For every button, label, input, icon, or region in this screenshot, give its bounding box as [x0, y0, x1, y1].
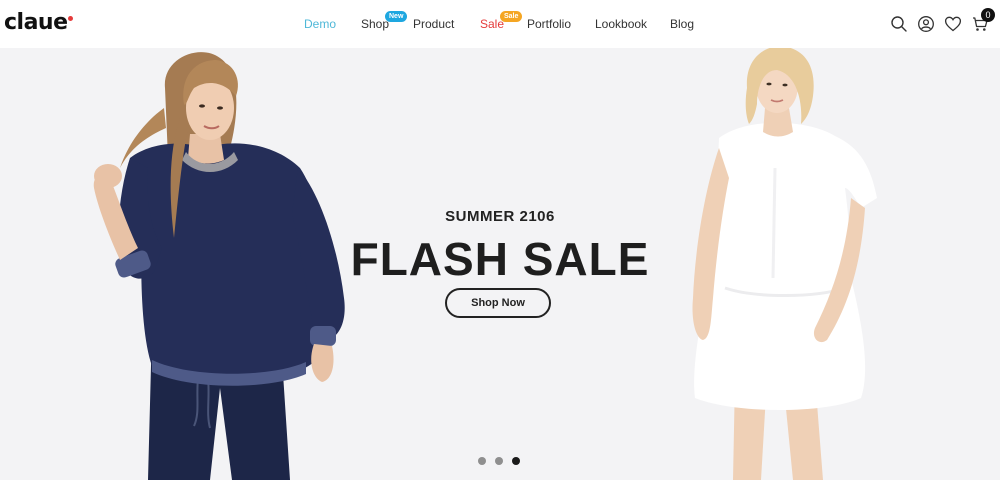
heart-icon[interactable] [944, 15, 962, 33]
hero-slider: SUMMER 2106 FLASH SALE Shop Now [0, 48, 1000, 480]
slider-dot-3[interactable] [512, 457, 520, 465]
sale-badge: Sale [500, 11, 523, 22]
logo-dot [68, 16, 73, 21]
brand-logo[interactable]: claue [4, 10, 68, 35]
slider-dot-2[interactable] [495, 457, 503, 465]
nav-item-portfolio[interactable]: Portfolio [527, 17, 571, 31]
nav-item-blog[interactable]: Blog [670, 17, 694, 31]
site-header: claue Demo Shop New Product Sale Sale Po… [0, 0, 1000, 48]
new-badge: New [385, 11, 408, 22]
nav-item-lookbook[interactable]: Lookbook [595, 17, 647, 31]
shop-now-button[interactable]: Shop Now [445, 288, 551, 318]
hero-subtitle: SUMMER 2106 [445, 208, 555, 225]
slider-dot-1[interactable] [478, 457, 486, 465]
hero-title: FLASH SALE [350, 233, 650, 285]
page-bottom-strip [0, 480, 1000, 496]
cart-count-badge: 0 [981, 8, 995, 22]
user-icon[interactable] [917, 15, 935, 33]
nav-item-product[interactable]: Product [413, 17, 454, 31]
search-icon[interactable] [890, 15, 908, 33]
nav-item-demo[interactable]: Demo [304, 17, 336, 31]
